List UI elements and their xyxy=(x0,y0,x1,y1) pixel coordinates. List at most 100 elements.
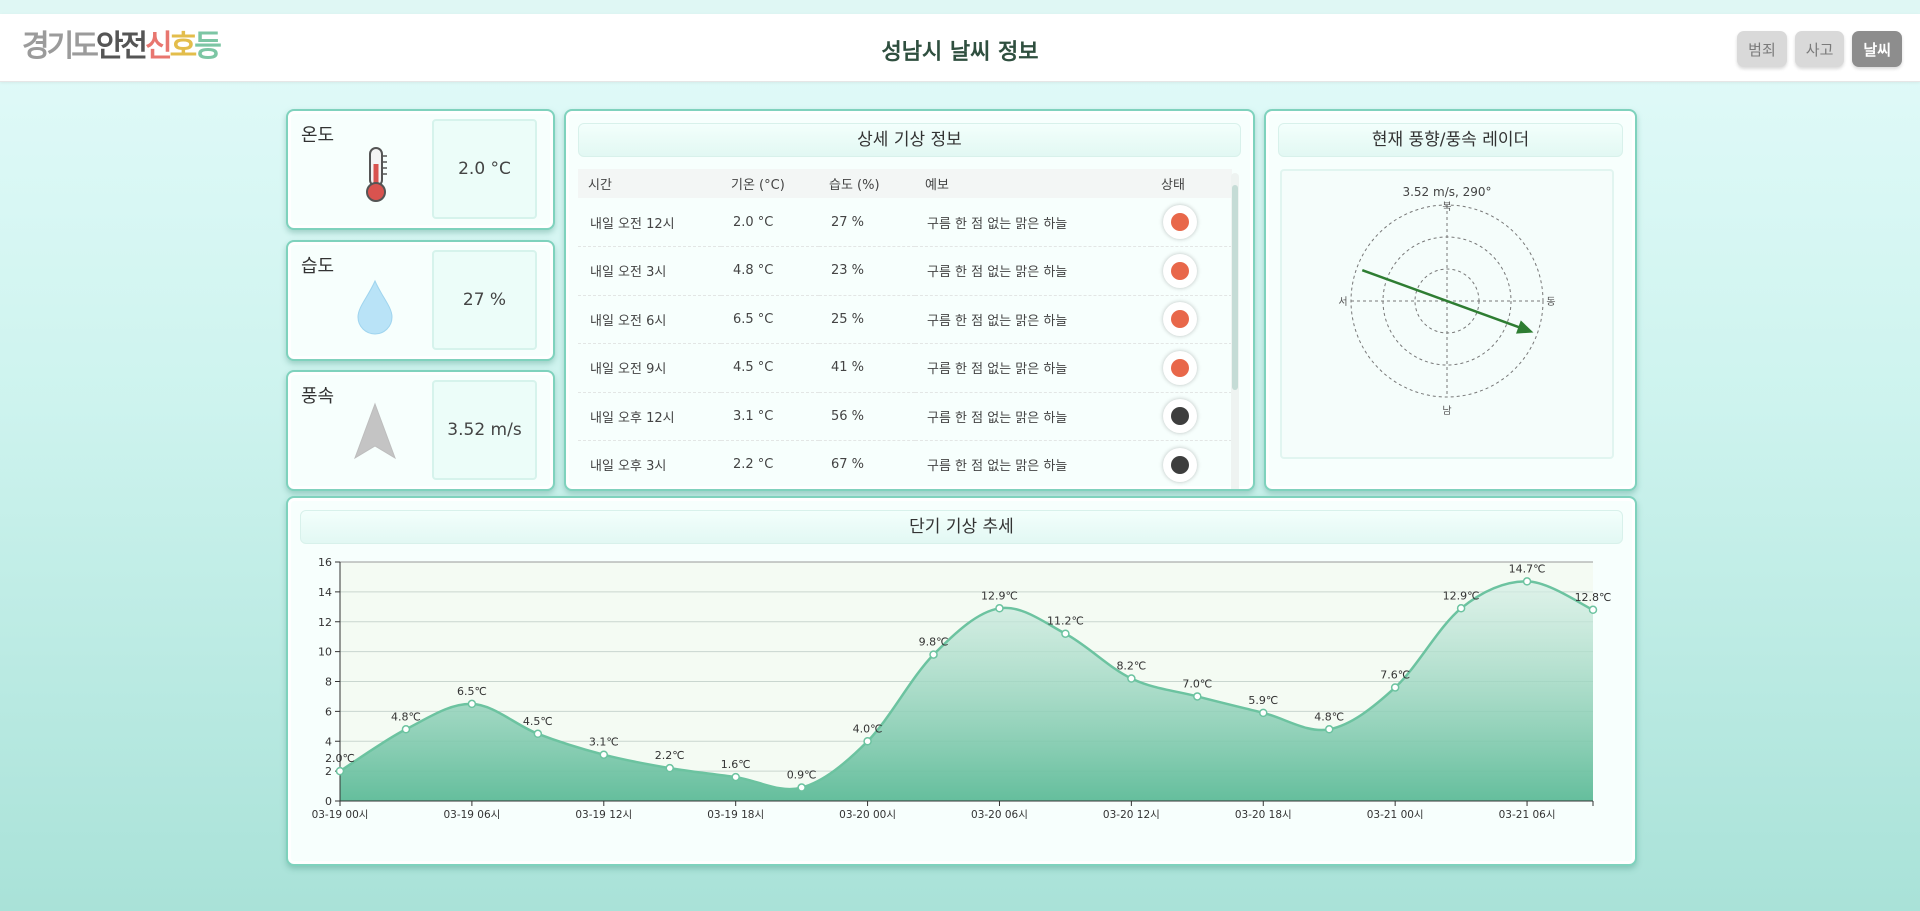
stat-label-temperature: 온도 xyxy=(301,125,335,146)
wind-radar-card: 현재 풍향/풍속 레이더 3.52 m/s, 290° 북 남 동 서 xyxy=(1264,109,1637,491)
data-point[interactable] xyxy=(401,725,411,734)
data-label: 7.6℃ xyxy=(1380,668,1410,681)
navigation-arrow-icon xyxy=(354,402,396,460)
wind-speed-card: 풍속 3.52 m/s xyxy=(286,370,555,491)
trend-chart: 0 2 4 6 8 10 12 14 16 2.0℃ 4.8℃ 6.5℃ 4.5℃ 3.1℃ 2.2℃ 1.6… xyxy=(312,556,1612,821)
stat-label-humidity: 습도 xyxy=(301,256,335,277)
data-label: 5.9℃ xyxy=(1248,694,1278,707)
wind-radar-panel: 3.52 m/s, 290° 북 남 동 서 xyxy=(1280,169,1614,459)
thermometer-icon xyxy=(366,147,387,202)
status-indicator xyxy=(1163,350,1197,385)
data-label: 2.0℃ xyxy=(325,752,355,765)
data-point[interactable] xyxy=(335,766,345,776)
data-point[interactable] xyxy=(467,699,477,709)
table-row[interactable]: 내일 오후 12시 3.1 °C 56 % 구름 한 점 없는 맑은 하늘 xyxy=(578,392,1232,441)
row-temp: 4.8 °C xyxy=(721,246,819,296)
trend-title: 단기 기상 추세 xyxy=(300,510,1623,544)
data-point[interactable] xyxy=(1324,725,1334,734)
row-status xyxy=(1151,295,1232,344)
data-point[interactable] xyxy=(731,772,740,782)
data-label: 11.2℃ xyxy=(1047,615,1084,628)
table-row[interactable]: 내일 오후 3시 2.2 °C 67 % 구름 한 점 없는 맑은 하늘 xyxy=(578,440,1232,487)
data-label: 1.6℃ xyxy=(721,758,751,771)
data-point[interactable] xyxy=(1259,708,1268,718)
data-point[interactable] xyxy=(929,650,938,659)
data-point[interactable] xyxy=(797,783,806,792)
stat-label-wind-speed: 풍속 xyxy=(301,386,335,407)
table-row[interactable]: 내일 오전 9시 4.5 °C 41 % 구름 한 점 없는 맑은 하늘 xyxy=(578,343,1232,393)
data-point[interactable] xyxy=(1522,577,1532,586)
data-label: 9.8℃ xyxy=(919,636,949,649)
wind-speed-value: 3.52 m/s xyxy=(432,380,537,480)
temperature-card: 온도 2.0 °C xyxy=(286,109,555,230)
data-point[interactable] xyxy=(1456,604,1466,613)
nav-crime-button[interactable]: 범죄 xyxy=(1737,31,1787,67)
data-point[interactable] xyxy=(1127,674,1136,683)
status-dot-icon xyxy=(1171,358,1189,377)
y-tick-label: 14 xyxy=(318,586,332,599)
y-tick-label: 0 xyxy=(325,795,332,808)
table-row[interactable]: 내일 오전 6시 6.5 °C 25 % 구름 한 점 없는 맑은 하늘 xyxy=(578,295,1232,344)
status-dot-icon xyxy=(1171,213,1189,231)
top-strip xyxy=(0,0,1920,14)
row-status xyxy=(1151,392,1232,441)
status-indicator xyxy=(1163,447,1197,482)
data-point[interactable] xyxy=(1390,683,1400,692)
x-tick-label: 03-20 06시 xyxy=(971,809,1028,821)
table-row[interactable]: 내일 오전 12시 2.0 °C 27 % 구름 한 점 없는 맑은 하늘 xyxy=(578,198,1232,247)
row-status xyxy=(1151,343,1232,393)
detail-scrollbar[interactable] xyxy=(1231,173,1239,489)
data-label: 8.2℃ xyxy=(1116,660,1146,673)
data-label: 7.0℃ xyxy=(1182,677,1212,690)
radar-west-label: 서 xyxy=(1338,296,1347,308)
detail-table-scroll[interactable]: 시간 기온 (°C) 습도 (%) 예보 상태 내일 오전 12시 2.0 °C 2… xyxy=(578,169,1232,487)
row-time: 내일 오전 12시 xyxy=(578,198,721,247)
data-point[interactable] xyxy=(1061,629,1070,638)
row-time: 내일 오후 12시 xyxy=(578,392,721,441)
x-tick-label: 03-20 00시 xyxy=(839,809,896,821)
nav-weather-button[interactable]: 날씨 xyxy=(1852,31,1902,67)
radar-north-label: 북 xyxy=(1442,201,1451,213)
row-humidity: 41 % xyxy=(819,343,915,393)
status-indicator xyxy=(1163,302,1197,337)
y-tick-label: 6 xyxy=(325,705,332,718)
humidity-card: 습도 27 % xyxy=(286,240,555,361)
data-point[interactable] xyxy=(1193,692,1202,701)
nav-accident-button[interactable]: 사고 xyxy=(1794,31,1845,67)
row-temp: 4.5 °C xyxy=(721,343,819,393)
header: 경기도안전신호등 성남시 날씨 정보 범죄 사고 날씨 xyxy=(0,14,1920,82)
table-row[interactable]: 내일 오전 3시 4.8 °C 23 % 구름 한 점 없는 맑은 하늘 xyxy=(578,246,1232,296)
data-point[interactable] xyxy=(533,729,543,739)
radar-east-label: 동 xyxy=(1546,296,1555,308)
col-temp: 기온 (°C) xyxy=(721,169,819,198)
data-label: 14.7℃ xyxy=(1509,562,1546,575)
row-forecast: 구름 한 점 없는 맑은 하늘 xyxy=(915,246,1151,296)
x-tick-label: 03-21 06시 xyxy=(1499,809,1556,821)
y-tick-label: 2 xyxy=(325,765,332,778)
detail-table: 시간 기온 (°C) 습도 (%) 예보 상태 내일 오전 12시 2.0 °C 2… xyxy=(578,169,1232,487)
data-label: 2.2℃ xyxy=(655,749,685,762)
data-point[interactable] xyxy=(863,737,872,746)
x-tick-label: 03-20 18시 xyxy=(1235,809,1292,821)
y-tick-label: 16 xyxy=(318,556,332,569)
data-label: 4.5℃ xyxy=(523,715,553,728)
status-indicator xyxy=(1163,399,1197,434)
data-point[interactable] xyxy=(995,604,1004,613)
data-point[interactable] xyxy=(1588,605,1598,615)
row-forecast: 구름 한 점 없는 맑은 하늘 xyxy=(915,440,1151,487)
row-temp: 2.2 °C xyxy=(721,440,819,487)
water-drop-icon xyxy=(357,279,393,335)
data-point[interactable] xyxy=(665,763,674,773)
row-temp: 6.5 °C xyxy=(721,295,819,344)
status-dot-icon xyxy=(1171,310,1189,329)
data-label: 12.9℃ xyxy=(1443,589,1480,602)
row-time: 내일 오전 3시 xyxy=(578,246,721,296)
y-tick-label: 12 xyxy=(318,616,332,629)
row-humidity: 67 % xyxy=(819,440,915,487)
scrollbar-thumb[interactable] xyxy=(1232,185,1238,390)
wind-radar-title: 현재 풍향/풍속 레이더 xyxy=(1278,123,1623,157)
data-point[interactable] xyxy=(599,750,609,759)
data-label: 12.8℃ xyxy=(1575,591,1612,604)
status-indicator xyxy=(1163,205,1197,239)
wind-radar-chart: 3.52 m/s, 290° 북 남 동 서 xyxy=(1338,185,1555,417)
